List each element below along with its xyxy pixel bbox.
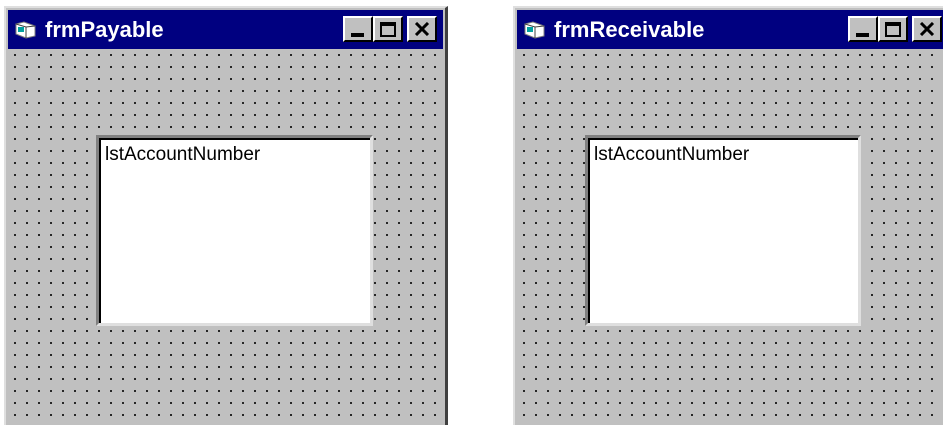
minimize-icon	[856, 33, 869, 37]
form-window-frmreceivable: frmReceivable lstAccountNumber	[513, 6, 943, 425]
close-icon	[919, 22, 935, 36]
caption-buttons	[343, 16, 437, 42]
title-bar[interactable]: frmPayable	[8, 10, 443, 49]
title-bar[interactable]: frmReceivable	[517, 10, 943, 49]
form-window-frmpayable: frmPayable lstAccountNumber	[4, 6, 448, 425]
maximize-icon	[885, 21, 901, 37]
window-title: frmPayable	[45, 16, 164, 42]
form-icon[interactable]	[13, 19, 39, 41]
listbox-control-name: lstAccountNumber	[594, 144, 750, 165]
listbox-control-name: lstAccountNumber	[105, 144, 261, 165]
window-title: frmReceivable	[554, 16, 705, 42]
maximize-button[interactable]	[878, 16, 908, 42]
listbox-account-number[interactable]: lstAccountNumber	[96, 135, 373, 326]
maximize-button[interactable]	[373, 16, 403, 42]
maximize-icon	[380, 21, 396, 37]
close-button[interactable]	[912, 16, 942, 42]
close-button[interactable]	[407, 16, 437, 42]
minimize-button[interactable]	[343, 16, 373, 42]
listbox-account-number[interactable]: lstAccountNumber	[585, 135, 861, 326]
close-icon	[414, 22, 430, 36]
minimize-icon	[351, 33, 364, 37]
minimize-button[interactable]	[848, 16, 878, 42]
form-icon[interactable]	[522, 19, 548, 41]
caption-buttons	[848, 16, 942, 42]
